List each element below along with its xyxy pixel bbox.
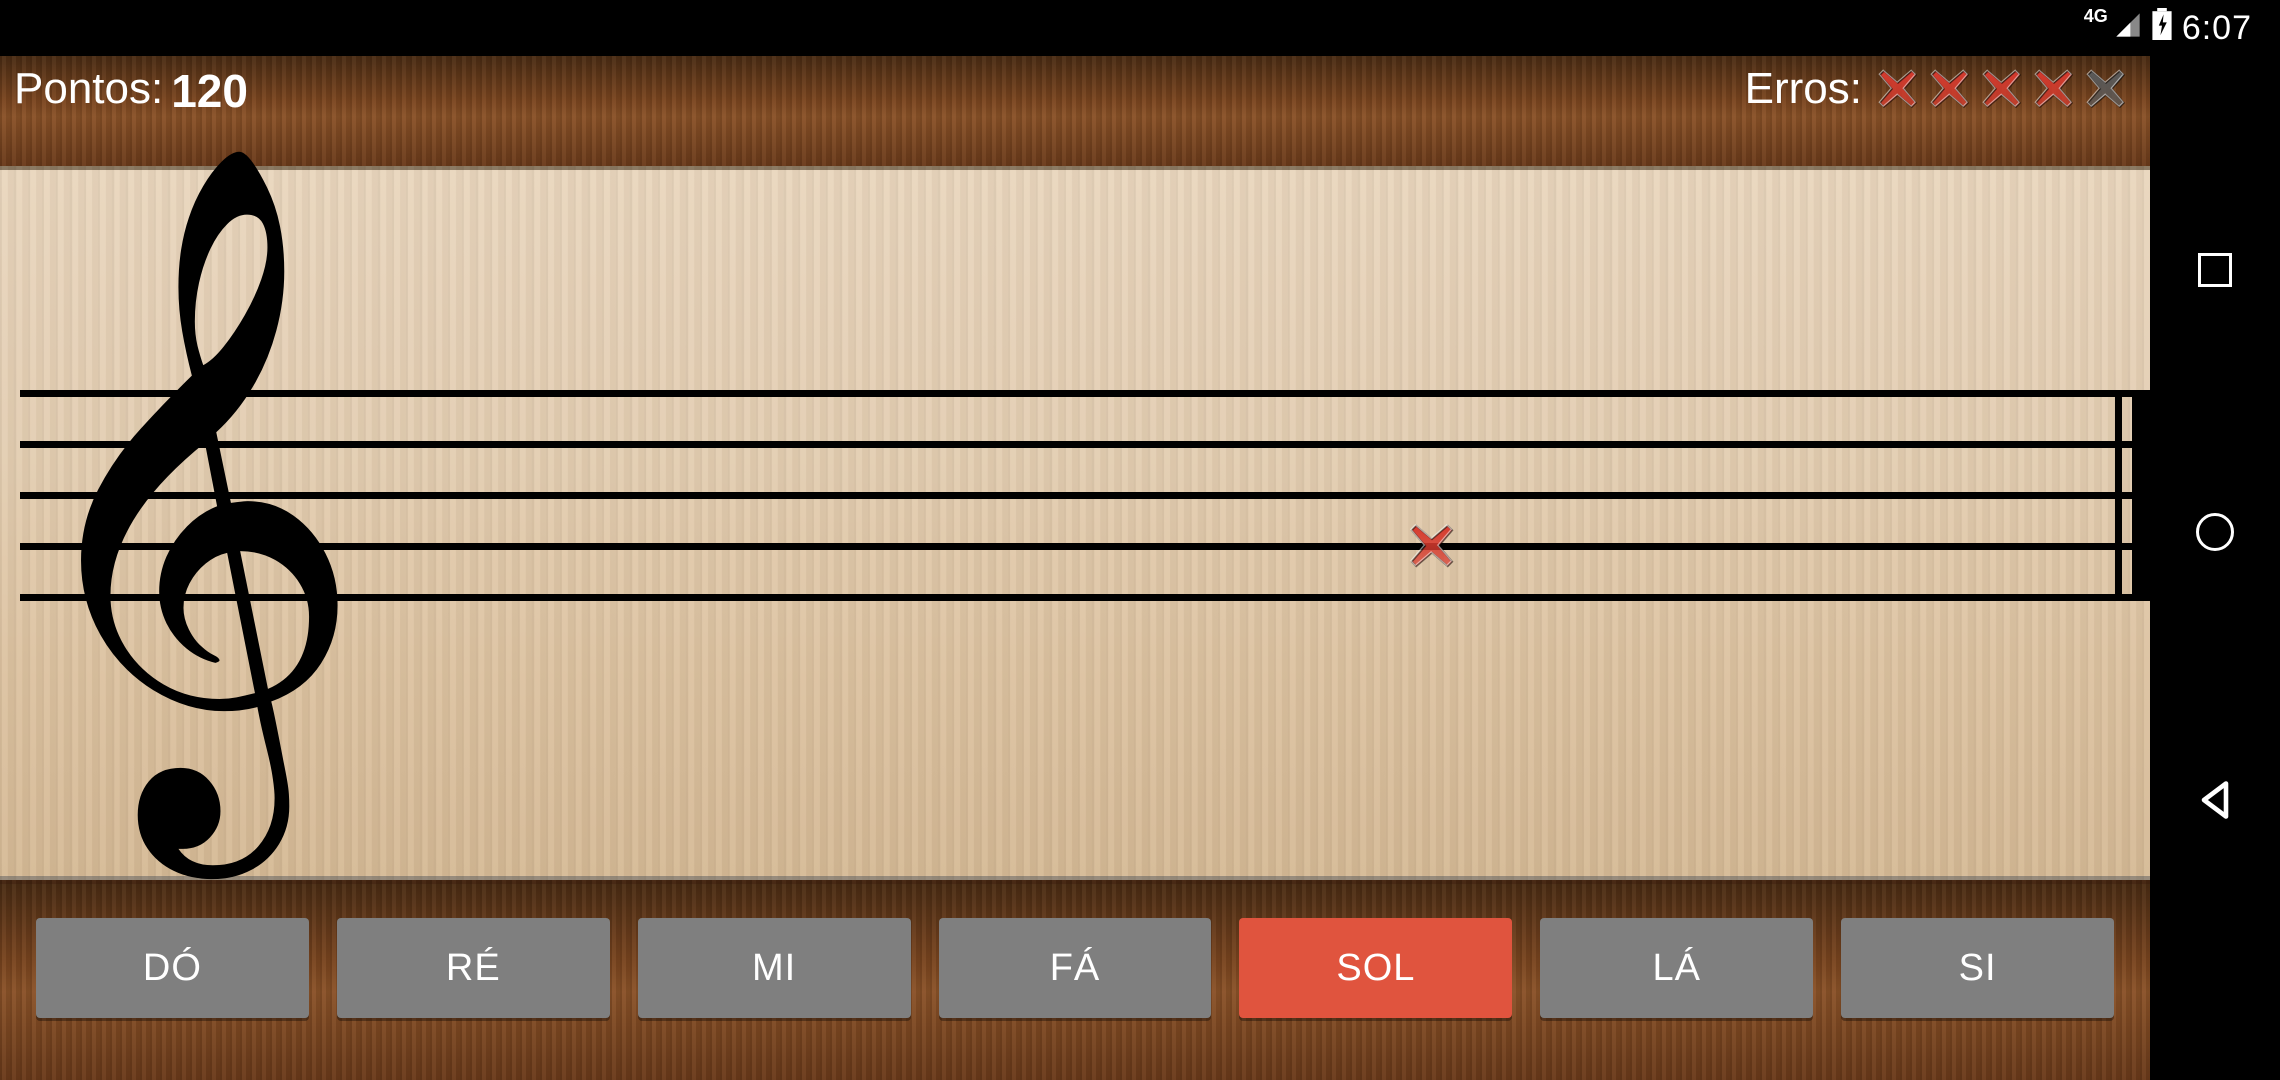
answer-button-si[interactable]: SI	[1841, 918, 2114, 1018]
score-label: Pontos:	[14, 64, 163, 118]
error-x-used-icon	[1978, 65, 2026, 113]
overview-button[interactable]	[2198, 253, 2232, 287]
music-staff: 𝄞	[20, 390, 2150, 645]
answer-button-re[interactable]: RÉ	[337, 918, 610, 1018]
back-button[interactable]	[2193, 778, 2237, 827]
answer-button-la[interactable]: LÁ	[1540, 918, 1813, 1018]
errors-display: Erros:	[1745, 64, 2130, 114]
answer-button-mi[interactable]: MI	[638, 918, 911, 1018]
score-value: 120	[171, 64, 248, 118]
answer-button-sol[interactable]: SOL	[1239, 918, 1512, 1018]
android-status-bar: 4G 6:07	[0, 0, 2280, 56]
barline-end	[2115, 390, 2150, 601]
treble-clef-icon: 𝄞	[60, 295, 359, 715]
signal-icon	[2114, 9, 2142, 48]
error-x-used-icon	[2030, 65, 2078, 113]
score-display: Pontos: 120	[14, 64, 248, 118]
home-button[interactable]	[2196, 513, 2234, 551]
errors-label: Erros:	[1745, 64, 1862, 114]
error-x-remaining-icon	[2082, 65, 2130, 113]
android-nav-bar	[2150, 0, 2280, 1080]
note-marker-x-icon	[1405, 519, 1459, 573]
staff-board: 𝄞	[0, 166, 2150, 880]
answer-button-row: DÓ RÉ MI FÁ SOL LÁ SI	[0, 880, 2150, 1080]
error-x-used-icon	[1926, 65, 1974, 113]
answer-button-fa[interactable]: FÁ	[939, 918, 1212, 1018]
network-indicator: 4G	[2084, 6, 2108, 27]
error-x-used-icon	[1874, 65, 1922, 113]
answer-button-do[interactable]: DÓ	[36, 918, 309, 1018]
